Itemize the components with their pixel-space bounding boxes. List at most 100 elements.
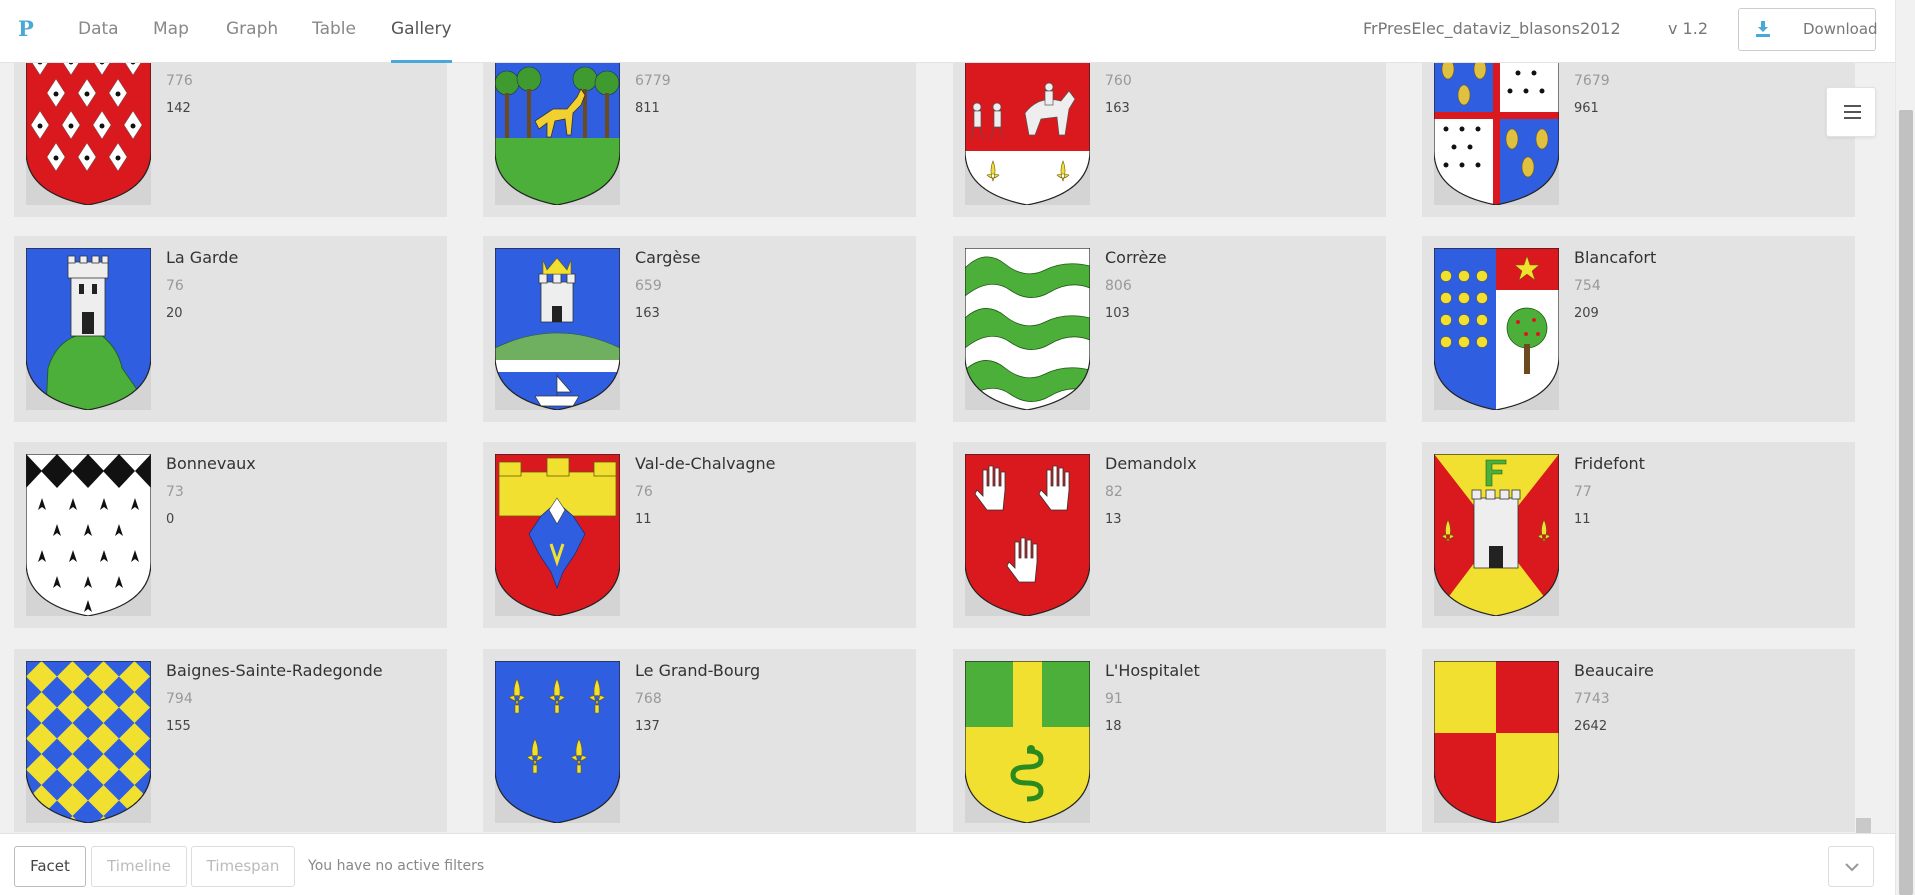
bezants-star-tree-shield-icon xyxy=(1434,248,1559,410)
green-waves-shield-icon xyxy=(965,248,1090,410)
card-title: L'Hospitalet xyxy=(1105,661,1200,680)
timeline-button[interactable]: Timeline xyxy=(91,846,187,887)
card-value-secondary: 163 xyxy=(1105,101,1130,116)
card-value-secondary: 0 xyxy=(166,512,175,527)
gallery-card[interactable]: Val-de-Chalvagne 76 11 xyxy=(483,442,916,628)
coat-of-arms-image xyxy=(495,454,620,616)
castle-eagle-shield-icon xyxy=(495,454,620,616)
card-value-primary: 760 xyxy=(1105,73,1132,89)
card-value-primary: 659 xyxy=(635,278,662,294)
tower-letter-f-shield-icon xyxy=(1434,454,1559,616)
lozengy-shield-icon xyxy=(26,661,151,823)
page-scrollbar[interactable] xyxy=(1895,0,1915,895)
card-value-primary: 768 xyxy=(635,691,662,707)
quartered-wheat-ermine-shield-icon xyxy=(1434,43,1559,205)
gallery-card[interactable]: Corrèze 806 103 xyxy=(953,236,1386,422)
tab-graph[interactable]: Graph xyxy=(226,0,278,63)
card-value-primary: 91 xyxy=(1105,691,1123,707)
coat-of-arms-image xyxy=(26,661,151,823)
quarterly-red-yellow-shield-icon xyxy=(1434,661,1559,823)
gallery-card[interactable]: L'Hospitalet 91 18 xyxy=(953,649,1386,832)
menu-button[interactable] xyxy=(1826,87,1876,137)
coat-of-arms-image xyxy=(495,43,620,205)
card-value-primary: 76 xyxy=(635,484,653,500)
coat-of-arms-image xyxy=(26,454,151,616)
ermine-shield-icon xyxy=(26,43,151,205)
coat-of-arms-image xyxy=(1434,661,1559,823)
download-label: Download xyxy=(1803,20,1878,38)
gallery-card[interactable]: Fridefont 77 11 xyxy=(1422,442,1855,628)
download-button[interactable]: Download xyxy=(1738,8,1878,51)
coat-of-arms-image xyxy=(1434,454,1559,616)
card-value-secondary: 961 xyxy=(1574,101,1599,116)
ermine-chief-shield-icon xyxy=(26,454,151,616)
coat-of-arms-image xyxy=(26,43,151,205)
card-title: Corrèze xyxy=(1105,248,1167,267)
app-logo[interactable]: P xyxy=(18,16,34,41)
coat-of-arms-image xyxy=(495,661,620,823)
card-title: Beaucaire xyxy=(1574,661,1654,680)
gallery-card[interactable]: Le Grand-Bourg 768 137 xyxy=(483,649,916,832)
gallery-card[interactable]: Beaucaire 7743 2642 xyxy=(1422,649,1855,832)
card-title: Demandolx xyxy=(1105,454,1197,473)
card-value-primary: 77 xyxy=(1574,484,1592,500)
card-value-secondary: 209 xyxy=(1574,306,1599,321)
gallery-card[interactable]: Bonnevaux 73 0 xyxy=(14,442,447,628)
project-title: FrPresElec_dataviz_blasons2012 xyxy=(1363,19,1621,38)
coat-of-arms-image xyxy=(965,43,1090,205)
gallery-card[interactable]: Blancafort 754 209 xyxy=(1422,236,1855,422)
crowned-tower-ship-shield-icon xyxy=(495,248,620,410)
active-filters-status: You have no active filters xyxy=(308,858,485,874)
gallery-view[interactable]: 776 142 6779 811 760 163 7679 961 La Gar… xyxy=(0,0,1895,832)
chevron-down-icon xyxy=(1845,863,1859,872)
menu-icon xyxy=(1844,105,1861,107)
serpent-shield-icon xyxy=(965,661,1090,823)
card-value-primary: 776 xyxy=(166,73,193,89)
coat-of-arms-image xyxy=(965,661,1090,823)
card-value-secondary: 163 xyxy=(635,306,660,321)
coat-of-arms-image xyxy=(965,454,1090,616)
riders-fleur-de-lis-shield-icon xyxy=(965,43,1090,205)
gallery-card[interactable]: Demandolx 82 13 xyxy=(953,442,1386,628)
tab-gallery[interactable]: Gallery xyxy=(391,0,452,63)
gallery-card[interactable]: Cargèse 659 163 xyxy=(483,236,916,422)
card-value-secondary: 18 xyxy=(1105,719,1122,734)
card-value-secondary: 811 xyxy=(635,101,660,116)
card-value-primary: 6779 xyxy=(635,73,671,89)
scrollbar-thumb[interactable] xyxy=(1899,110,1913,895)
card-value-secondary: 137 xyxy=(635,719,660,734)
menu-icon xyxy=(1844,111,1861,113)
card-value-secondary: 142 xyxy=(166,101,191,116)
card-title: Le Grand-Bourg xyxy=(635,661,761,680)
gallery-card[interactable]: Baignes-Sainte-Radegonde 794 155 xyxy=(14,649,447,832)
card-value-secondary: 11 xyxy=(635,512,652,527)
stag-forest-shield-icon xyxy=(495,43,620,205)
top-navbar: P Data Map Graph Table Gallery FrPresEle… xyxy=(0,0,1895,63)
facet-button[interactable]: Facet xyxy=(14,846,86,887)
card-value-secondary: 155 xyxy=(166,719,191,734)
tab-data[interactable]: Data xyxy=(78,0,119,63)
inner-scroll-handle[interactable] xyxy=(1856,818,1871,833)
card-value-primary: 73 xyxy=(166,484,184,500)
tab-table[interactable]: Table xyxy=(312,0,356,63)
card-value-primary: 7679 xyxy=(1574,73,1610,89)
tab-map[interactable]: Map xyxy=(153,0,189,63)
download-icon xyxy=(1756,21,1770,37)
timespan-button[interactable]: Timespan xyxy=(191,846,295,887)
card-value-primary: 7743 xyxy=(1574,691,1610,707)
card-title: Fridefont xyxy=(1574,454,1645,473)
card-value-secondary: 2642 xyxy=(1574,719,1608,734)
coat-of-arms-image xyxy=(495,248,620,410)
gallery-card[interactable]: La Garde 76 20 xyxy=(14,236,447,422)
card-value-primary: 806 xyxy=(1105,278,1132,294)
card-title: Bonnevaux xyxy=(166,454,256,473)
collapse-button[interactable] xyxy=(1828,846,1874,887)
card-title: Cargèse xyxy=(635,248,701,267)
coat-of-arms-image xyxy=(1434,43,1559,205)
card-value-secondary: 20 xyxy=(166,306,183,321)
card-title: Baignes-Sainte-Radegonde xyxy=(166,661,383,680)
filter-bar: Facet Timeline Timespan You have no acti… xyxy=(0,833,1895,895)
version-label: v 1.2 xyxy=(1668,19,1708,38)
card-title: Blancafort xyxy=(1574,248,1657,267)
five-fleur-de-lis-shield-icon xyxy=(495,661,620,823)
